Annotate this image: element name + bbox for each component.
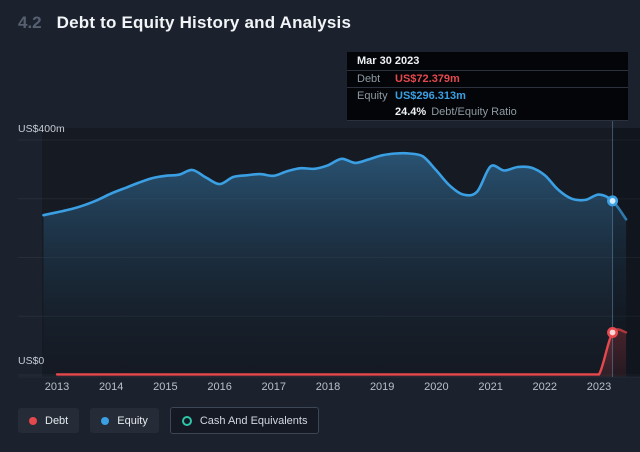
chart-legend: Debt Equity Cash And Equivalents [18, 407, 319, 434]
y-axis-label-zero: US$0 [18, 355, 44, 367]
x-axis-label: 2020 [414, 381, 458, 393]
tooltip-equity-value: US$296.313m [395, 90, 466, 102]
x-axis-label: 2014 [89, 381, 133, 393]
debt-dot-icon [29, 417, 37, 425]
tooltip-equity-label: Equity [357, 90, 395, 102]
legend-debt-label: Debt [45, 415, 68, 427]
x-axis-label: 2021 [469, 381, 513, 393]
section-header: 4.2 Debt to Equity History and Analysis [18, 13, 351, 33]
cash-hollow-dot-icon [182, 416, 192, 426]
equity-marker [608, 197, 616, 205]
tooltip-debt-value: US$72.379m [395, 73, 460, 85]
beyond-hover-shade [613, 128, 640, 377]
legend-equity-toggle[interactable]: Equity [90, 408, 159, 433]
tooltip-debt-row: Debt US$72.379m [347, 71, 628, 88]
x-axis-label: 2023 [577, 381, 621, 393]
debt-marker [608, 328, 616, 336]
tooltip-ratio-value: 24.4% [395, 106, 426, 118]
x-axis-label: 2018 [306, 381, 350, 393]
legend-equity-label: Equity [117, 415, 148, 427]
x-axis: 2013 2014 2015 2016 2017 2018 2019 2020 2021 2022… [0, 381, 640, 395]
legend-debt-toggle[interactable]: Debt [18, 408, 79, 433]
chart-tooltip: Mar 30 2023 Debt US$72.379m Equity US$29… [347, 52, 628, 121]
section-number: 4.2 [18, 13, 42, 33]
legend-cash-toggle[interactable]: Cash And Equivalents [170, 407, 320, 434]
tooltip-ratio-label: Debt/Equity Ratio [431, 106, 517, 118]
x-axis-label: 2019 [360, 381, 404, 393]
tooltip-date: Mar 30 2023 [347, 52, 628, 71]
tooltip-ratio-row: 24.4% Debt/Equity Ratio [347, 104, 628, 120]
y-axis-label-max: US$400m [18, 123, 65, 135]
x-axis-label: 2016 [198, 381, 242, 393]
tooltip-equity-row: Equity US$296.313m [347, 88, 628, 104]
x-axis-label: 2022 [523, 381, 567, 393]
x-axis-label: 2015 [143, 381, 187, 393]
x-axis-label: 2017 [252, 381, 296, 393]
equity-dot-icon [101, 417, 109, 425]
page-title: Debt to Equity History and Analysis [57, 13, 351, 33]
tooltip-debt-label: Debt [357, 73, 395, 85]
legend-cash-label: Cash And Equivalents [200, 415, 308, 427]
x-axis-label: 2013 [35, 381, 79, 393]
